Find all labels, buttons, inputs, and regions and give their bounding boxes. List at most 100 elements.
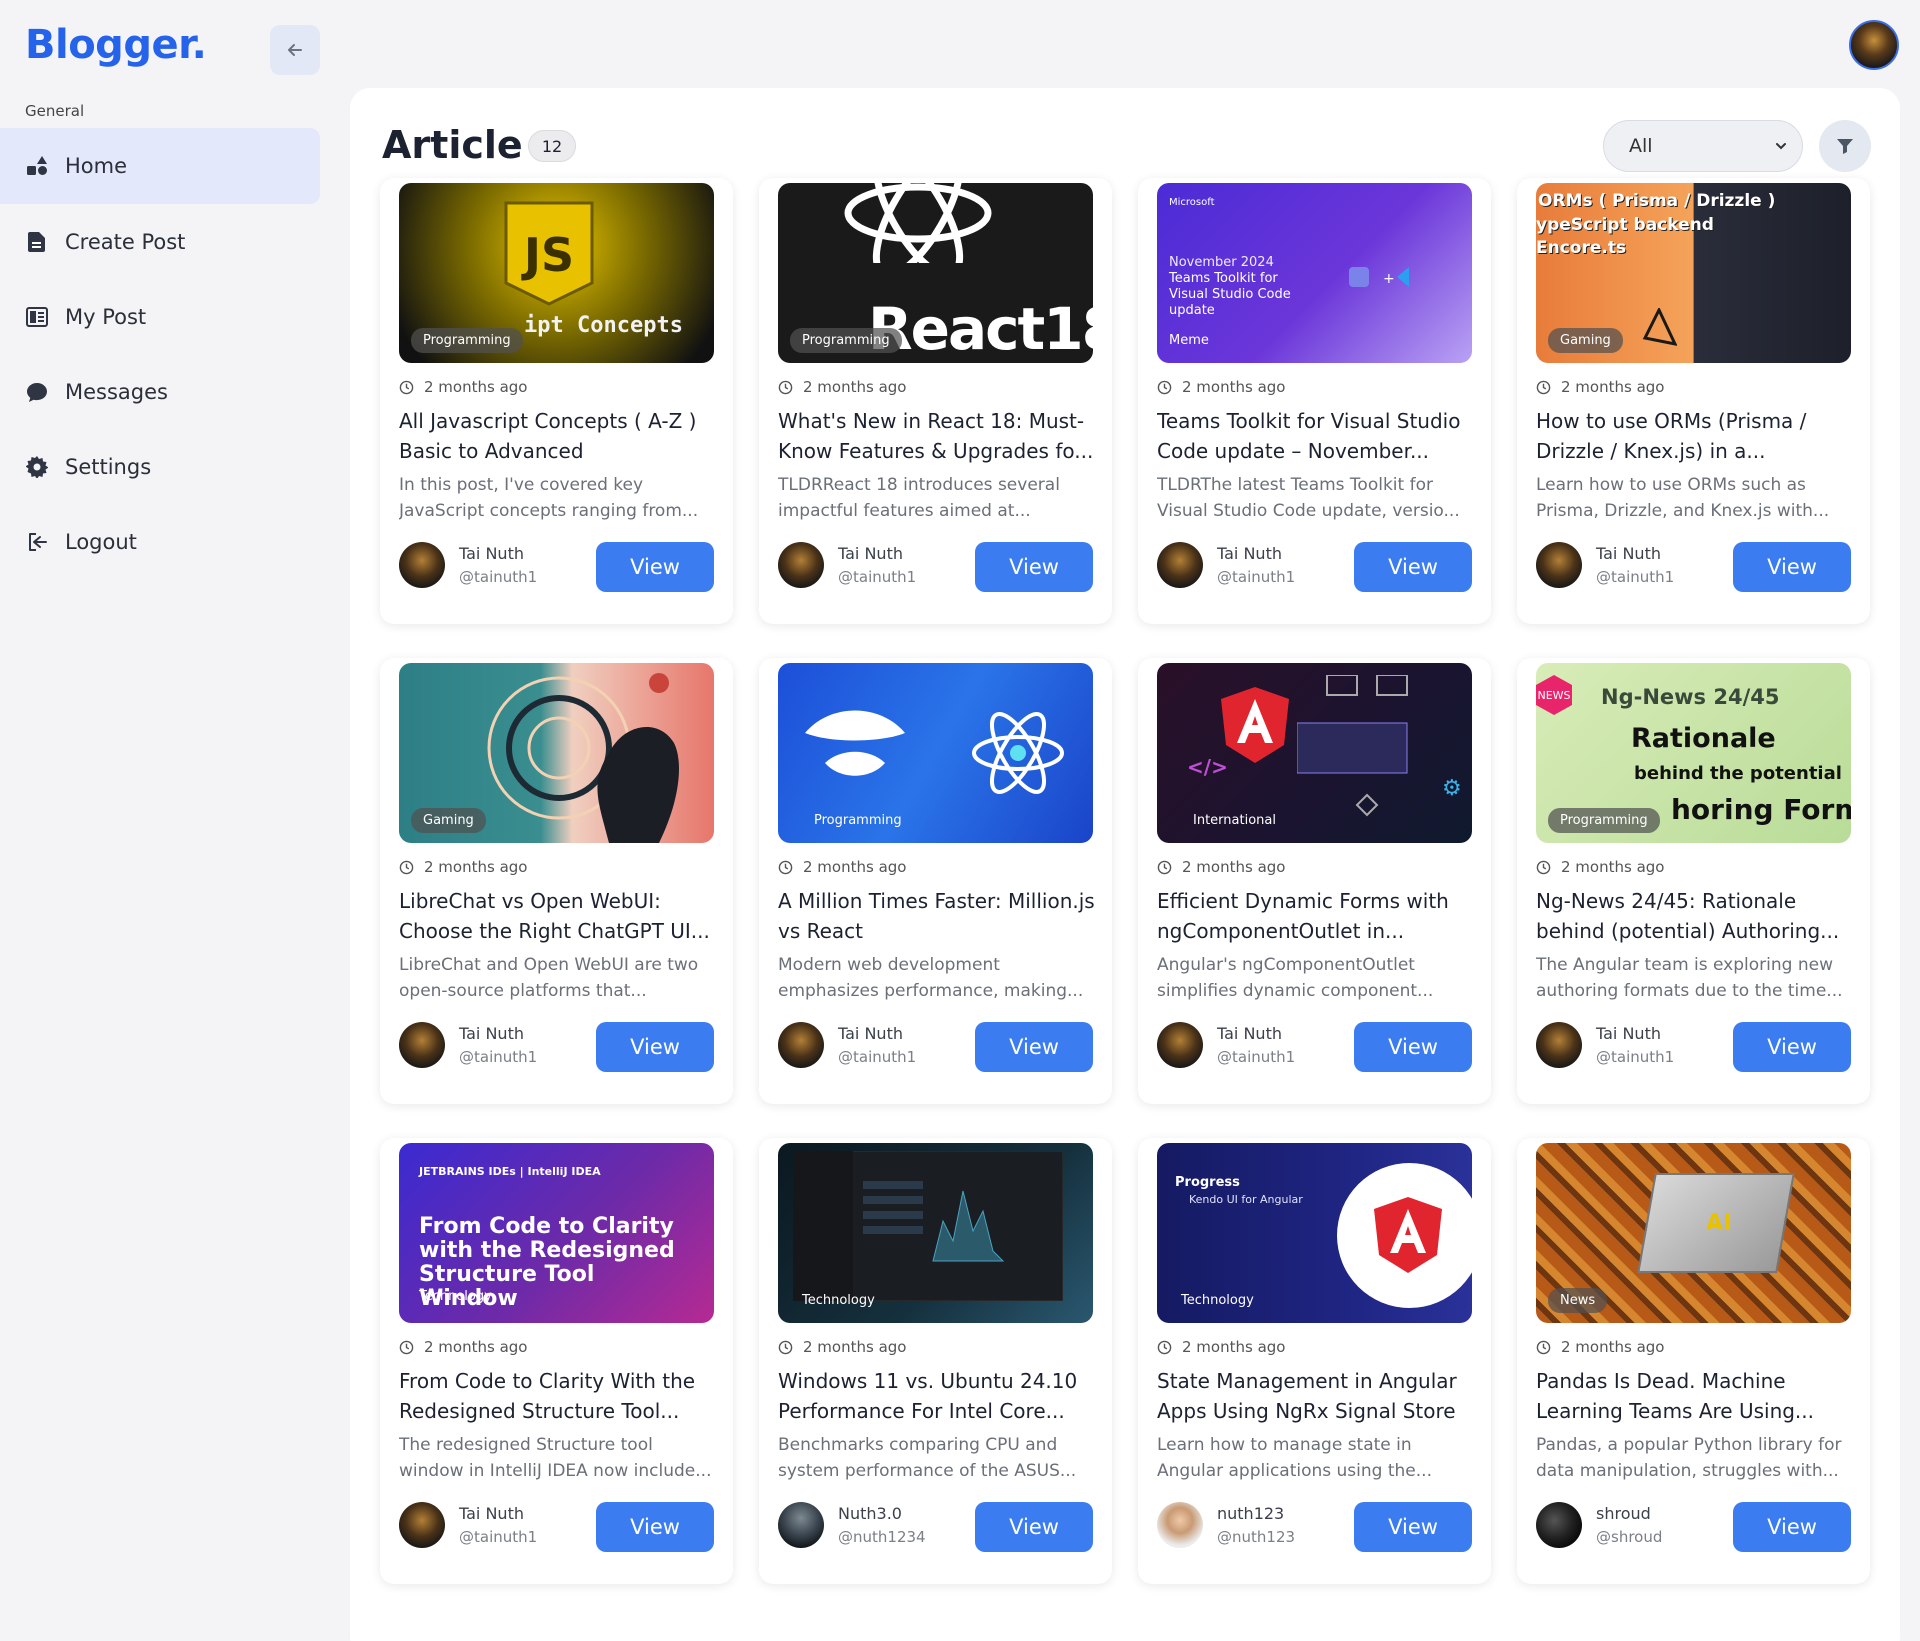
article-title[interactable]: Ng-News 24/45: Rationale behind (potenti…: [1536, 886, 1854, 946]
article-description: Benchmarks comparing CPU and system perf…: [778, 1435, 1077, 1481]
sidebar-item-my-post[interactable]: My Post: [0, 279, 320, 354]
article-thumbnail[interactable]: Microsoft November 2024 Teams Toolkit fo…: [1157, 183, 1472, 363]
post-time: 2 months ago: [778, 378, 906, 396]
article-thumbnail[interactable]: AI News: [1536, 1143, 1851, 1323]
view-button[interactable]: View: [975, 1502, 1093, 1552]
time-text: 2 months ago: [424, 1338, 528, 1356]
article-thumbnail[interactable]: React18 Programming: [778, 183, 1093, 363]
sidebar-item-create-post[interactable]: Create Post: [0, 204, 320, 279]
svg-text:+: +: [1383, 271, 1395, 287]
code-brackets-icon: </>: [1187, 755, 1228, 779]
view-button[interactable]: View: [1733, 542, 1851, 592]
thumbnail-subcaption-2: behind the potential: [1634, 763, 1842, 784]
category-tag: Technology: [1181, 1293, 1254, 1308]
post-time: 2 months ago: [778, 1338, 906, 1356]
gear-icon: [25, 455, 49, 479]
article-card: Microsoft November 2024 Teams Toolkit fo…: [1138, 178, 1491, 624]
post-time: 2 months ago: [1157, 1338, 1285, 1356]
author-avatar[interactable]: [778, 542, 824, 588]
view-button[interactable]: View: [975, 542, 1093, 592]
article-title[interactable]: Windows 11 vs. Ubuntu 24.10 Performance …: [778, 1366, 1096, 1426]
clock-icon: [1157, 860, 1172, 874]
author-avatar[interactable]: [778, 1502, 824, 1548]
thumbnail-caption: ORMs ( Prisma / Drizzle ): [1538, 191, 1776, 211]
author-handle: @tainuth1: [459, 1048, 538, 1066]
view-button[interactable]: View: [1354, 542, 1472, 592]
user-avatar[interactable]: [1849, 20, 1899, 70]
article-title[interactable]: Teams Toolkit for Visual Studio Code upd…: [1157, 406, 1475, 466]
article-thumbnail[interactable]: Gaming: [399, 663, 714, 843]
author-avatar[interactable]: [1536, 1022, 1582, 1068]
react-logo-icon: [972, 712, 1064, 794]
sidebar-item-home[interactable]: Home: [0, 128, 320, 204]
time-text: 2 months ago: [803, 378, 907, 396]
author-avatar[interactable]: [1536, 542, 1582, 588]
thumbnail-caption: Ng-News 24/45: [1601, 685, 1780, 709]
angular-logo-icon: [1221, 687, 1289, 763]
author-avatar[interactable]: [778, 1022, 824, 1068]
article-title[interactable]: All Javascript Concepts ( A-Z ) Basic to…: [399, 406, 717, 466]
article-title[interactable]: Pandas Is Dead. Machine Learning Teams A…: [1536, 1366, 1854, 1426]
chevron-down-icon: [1776, 143, 1786, 150]
article-card: Technology 2 months ago Windows 11 vs. U…: [759, 1138, 1112, 1584]
article-thumbnail[interactable]: Technology: [778, 1143, 1093, 1323]
clock-icon: [778, 380, 793, 394]
article-description: Modern web development emphasizes perfor…: [778, 955, 1084, 1001]
view-button[interactable]: View: [596, 542, 714, 592]
view-button[interactable]: View: [975, 1022, 1093, 1072]
author-avatar[interactable]: [1157, 542, 1203, 588]
article-title[interactable]: Efficient Dynamic Forms with ngComponent…: [1157, 886, 1475, 946]
category-filter-select[interactable]: All: [1603, 120, 1803, 172]
article-title[interactable]: LibreChat vs Open WebUI: Choose the Righ…: [399, 886, 717, 946]
author-handle: @tainuth1: [1217, 1048, 1296, 1066]
author-avatar[interactable]: [1157, 1022, 1203, 1068]
article-thumbnail[interactable]: Programming: [778, 663, 1093, 843]
view-button[interactable]: View: [1733, 1022, 1851, 1072]
collapse-sidebar-button[interactable]: [270, 25, 320, 75]
view-button[interactable]: View: [1733, 1502, 1851, 1552]
article-title[interactable]: A Million Times Faster: Million.js vs Re…: [778, 886, 1096, 946]
sidebar-item-logout[interactable]: Logout: [0, 504, 320, 579]
author-avatar[interactable]: [399, 1022, 445, 1068]
article-thumbnail[interactable]: Progress Kendo UI for Angular Technology: [1157, 1143, 1472, 1323]
author-avatar[interactable]: [1536, 1502, 1582, 1548]
app-logo[interactable]: Blogger.: [25, 22, 207, 68]
angular-logo-icon: [1374, 1197, 1442, 1273]
clock-icon: [1157, 380, 1172, 394]
author-avatar[interactable]: [399, 1502, 445, 1548]
article-title[interactable]: From Code to Clarity With the Redesigned…: [399, 1366, 717, 1426]
view-button[interactable]: View: [596, 1502, 714, 1552]
article-thumbnail[interactable]: JETBRAINS IDEs | IntelliJ IDEA From Code…: [399, 1143, 714, 1323]
article-description: In this post, I've covered key JavaScrip…: [399, 475, 699, 521]
category-tag: Gaming: [411, 808, 486, 833]
article-thumbnail[interactable]: ORMs ( Prisma / Drizzle ) ypeScript back…: [1536, 183, 1851, 363]
article-thumbnail[interactable]: NEWS Ng-News 24/45 Rationale behind the …: [1536, 663, 1851, 843]
category-tag: News: [1548, 1288, 1608, 1313]
article-title[interactable]: State Management in Angular Apps Using N…: [1157, 1366, 1475, 1426]
sidebar-item-settings[interactable]: Settings: [0, 429, 320, 504]
article-title[interactable]: What's New in React 18: Must-Know Featur…: [778, 406, 1096, 466]
article-card: Programming 2 months ago A Million Times…: [759, 658, 1112, 1104]
article-title[interactable]: How to use ORMs (Prisma / Drizzle / Knex…: [1536, 406, 1854, 466]
article-count-badge: 12: [528, 130, 576, 162]
view-button[interactable]: View: [1354, 1022, 1472, 1072]
clock-icon: [1157, 1340, 1172, 1354]
clock-icon: [399, 860, 414, 874]
time-text: 2 months ago: [1561, 378, 1665, 396]
author-name: Tai Nuth: [838, 544, 903, 563]
sidebar-item-messages[interactable]: Messages: [0, 354, 320, 429]
react-atom-icon: [844, 183, 992, 263]
sidebar-item-label: Settings: [65, 454, 152, 479]
view-button[interactable]: View: [1354, 1502, 1472, 1552]
head-profile-illustration: [487, 673, 679, 843]
article-card: ORMs ( Prisma / Drizzle ) ypeScript back…: [1517, 178, 1870, 624]
author-avatar[interactable]: [399, 542, 445, 588]
filter-button[interactable]: [1819, 120, 1871, 172]
author-name: Tai Nuth: [1217, 544, 1282, 563]
article-thumbnail[interactable]: ⚙ </> International: [1157, 663, 1472, 843]
view-button[interactable]: View: [596, 1022, 714, 1072]
time-text: 2 months ago: [424, 378, 528, 396]
author-avatar[interactable]: [1157, 1502, 1203, 1548]
sidebar-item-label: Create Post: [65, 229, 186, 254]
article-thumbnail[interactable]: JS ipt Concepts Programming: [399, 183, 714, 363]
